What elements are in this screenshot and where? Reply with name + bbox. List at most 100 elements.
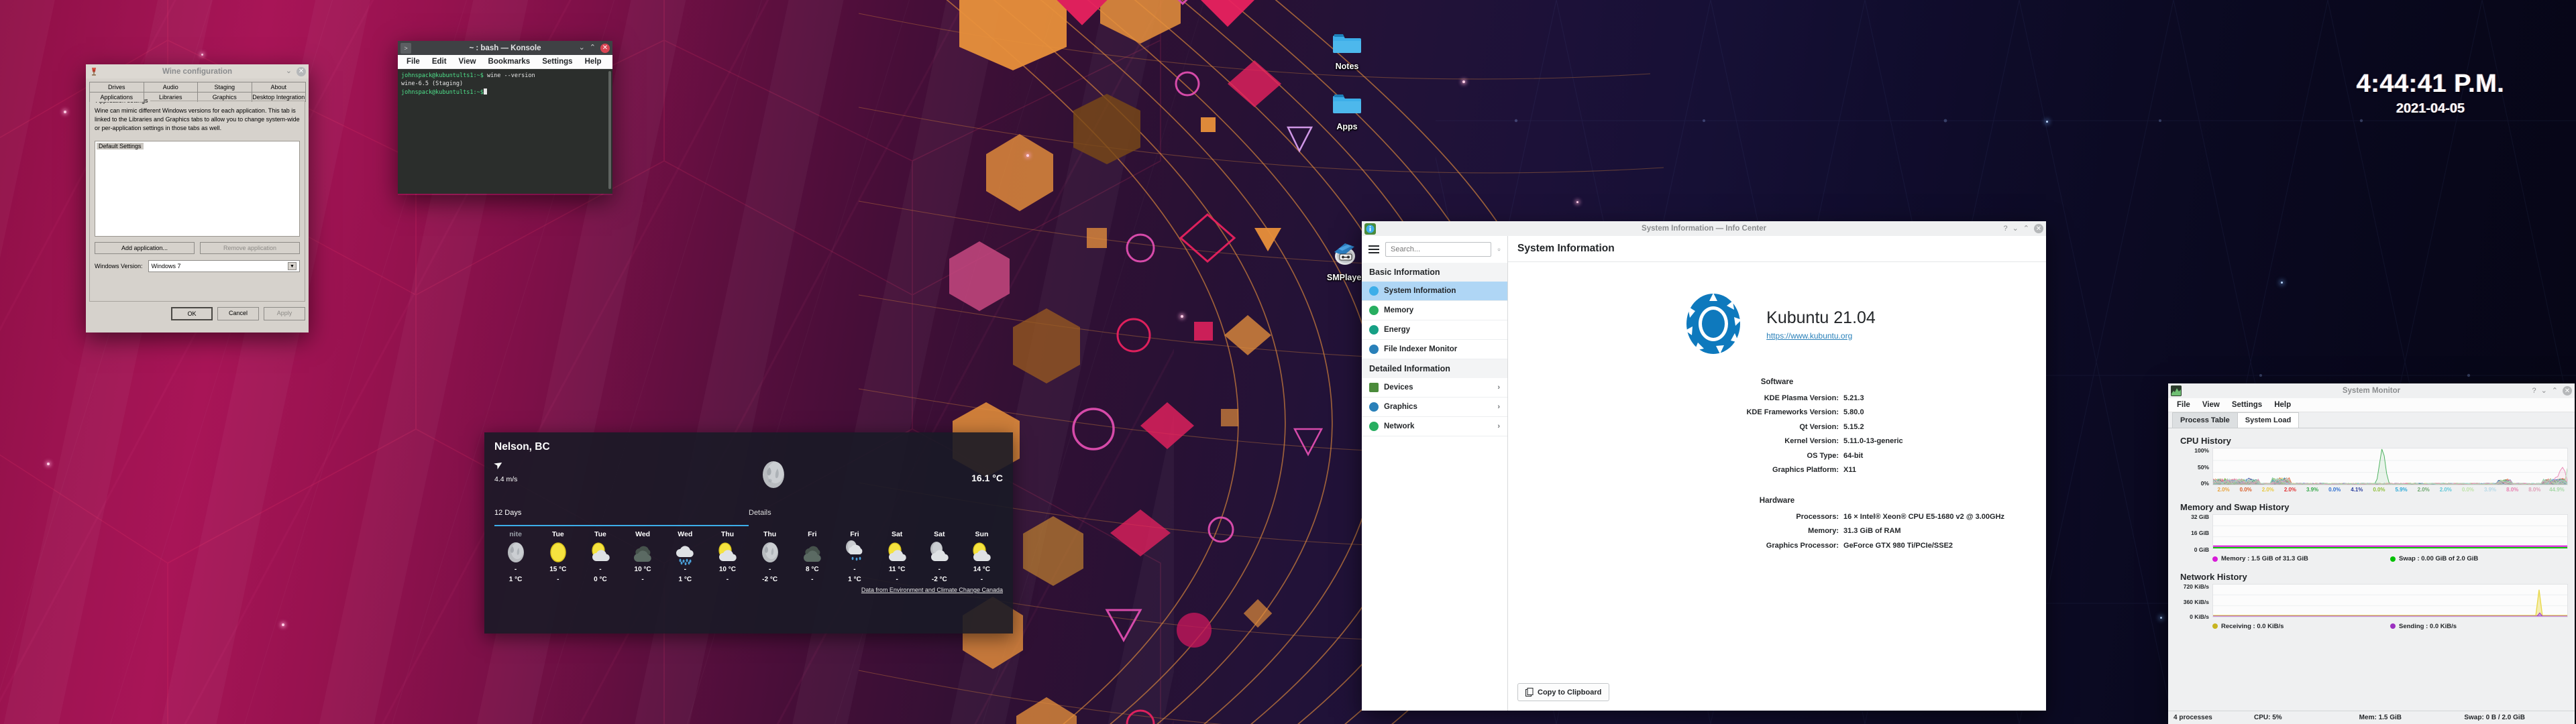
minimize-button[interactable]: ⌄ [579, 44, 585, 52]
menu-settings[interactable]: Settings [2226, 398, 2268, 412]
sysmon-tabs[interactable]: Process Table System Load [2168, 412, 2575, 428]
system-monitor-window[interactable]: System Monitor ? ⌄ ⌃ ✕ File View Setting… [2168, 383, 2575, 724]
chevron-right-icon: › [1497, 383, 1500, 391]
sidebar-item-file-indexer-monitor[interactable]: File Indexer Monitor [1362, 340, 1507, 359]
windows-version-select[interactable]: Windows 7 ▼ [148, 260, 300, 273]
terminal-line: wine-6.5 (Staging) [401, 80, 609, 88]
help-button[interactable]: ? [2003, 225, 2007, 233]
cpu-core-value: 0.0% [2373, 486, 2385, 493]
info-center-icon [1364, 223, 1376, 235]
wine-dialog-buttons: OK Cancel Apply [89, 307, 305, 320]
close-button[interactable]: ✕ [2034, 224, 2043, 233]
sidebar-item-label: Energy [1384, 326, 1410, 334]
minimize-button[interactable]: ⌄ [2541, 387, 2547, 395]
sysmon-title-text: System Monitor [2342, 387, 2401, 395]
ok-button[interactable]: OK [171, 307, 213, 320]
application-settings-description: Wine can mimic different Windows version… [95, 107, 300, 132]
weather-data-source[interactable]: Data from Environment and Climate Change… [494, 587, 1003, 593]
weather-tabs[interactable]: 12 Days Details [494, 509, 1003, 526]
network-legend: Receiving : 0.0 KiB/s Sending : 0.0 KiB/… [2175, 623, 2568, 630]
menu-edit[interactable]: Edit [426, 55, 453, 68]
wine-glass-icon [92, 67, 96, 76]
cancel-button[interactable]: Cancel [217, 307, 259, 320]
y-tick: 0 GiB [2194, 546, 2209, 553]
desktop-icon-notes[interactable]: Notes [1315, 27, 1379, 71]
desktop[interactable]: Notes Apps SMPlayer 4:44:41 P.M. 2021-04… [0, 0, 2576, 724]
home-icon[interactable] [1497, 244, 1501, 255]
menu-help[interactable]: Help [2268, 398, 2297, 412]
infocenter-titlebar[interactable]: System Information — Info Center ? ⌄ ⌃ ✕ [1362, 221, 2046, 236]
search-input[interactable] [1385, 242, 1491, 257]
menu-file[interactable]: File [400, 55, 426, 68]
sidebar-search-bar[interactable] [1362, 236, 1507, 263]
wine-titlebar[interactable]: Wine configuration ⌄ ✕ [86, 64, 309, 78]
minimize-button[interactable]: ⌄ [286, 68, 292, 75]
tab-12-days[interactable]: 12 Days [494, 509, 749, 526]
wine-tabs-top-row[interactable]: Drives Audio Staging About [89, 82, 306, 92]
distro-url-link[interactable]: https://www.kubuntu.org [1766, 331, 1876, 341]
menu-bookmarks[interactable]: Bookmarks [482, 55, 537, 68]
tab-process-table[interactable]: Process Table [2172, 412, 2238, 428]
close-button[interactable]: ✕ [297, 66, 306, 76]
wallpaper-sparkle [201, 54, 203, 56]
maximize-button[interactable]: ⌃ [2552, 387, 2558, 395]
wine-tabs[interactable]: Drives Audio Staging About Applications … [89, 82, 306, 102]
memory-legend: Memory : 1.5 GiB of 31.3 GiB Swap : 0.00… [2175, 555, 2568, 562]
help-button[interactable]: ? [2532, 387, 2536, 395]
konsole-window[interactable]: > ~ : bash — Konsole ⌄ ⌃ ✕ File Edit Vie… [398, 41, 612, 195]
info-center-window[interactable]: System Information — Info Center ? ⌄ ⌃ ✕… [1362, 221, 2046, 711]
infocenter-sidebar[interactable]: Basic Information System Information Mem… [1362, 236, 1508, 711]
y-tick: 0 KiB/s [2190, 613, 2209, 620]
tab-staging[interactable]: Staging [197, 82, 252, 92]
tab-about[interactable]: About [251, 82, 306, 92]
sysmon-menubar[interactable]: File View Settings Help [2168, 398, 2575, 412]
hardware-heading: Hardware [1759, 496, 1795, 505]
list-item[interactable]: Default Settings [97, 143, 144, 150]
forecast-low: -2 °C [931, 576, 947, 583]
menu-help[interactable]: Help [579, 55, 608, 68]
konsole-titlebar[interactable]: > ~ : bash — Konsole ⌄ ⌃ ✕ [398, 41, 612, 55]
sun-cloud-icon [706, 541, 749, 564]
legend-label: Sending : 0.0 KiB/s [2399, 622, 2457, 630]
hamburger-menu-icon[interactable] [1368, 245, 1379, 253]
menu-view[interactable]: View [2196, 398, 2226, 412]
wine-configuration-window[interactable]: Wine configuration ⌄ ✕ Drives Audio Stag… [86, 64, 309, 333]
desktop-icon-apps[interactable]: Apps [1315, 87, 1379, 131]
add-application-button[interactable]: Add application... [95, 242, 195, 255]
command-output: wine-6.5 (Staging) [401, 80, 464, 88]
chevron-down-icon[interactable]: ▼ [288, 262, 297, 271]
tab-drives[interactable]: Drives [89, 82, 144, 92]
tab-details[interactable]: Details [749, 509, 1003, 526]
terminal-scrollbar[interactable] [608, 71, 611, 189]
cpu-history-title: CPU History [2180, 436, 2231, 446]
sidebar-item-memory[interactable]: Memory [1362, 301, 1507, 320]
menu-view[interactable]: View [453, 55, 482, 68]
menu-settings[interactable]: Settings [536, 55, 578, 68]
sidebar-item-devices[interactable]: Devices › [1362, 378, 1507, 398]
software-row: Graphics Platform: X11 [1508, 463, 2046, 477]
maximize-button[interactable]: ⌃ [2023, 225, 2029, 233]
tab-audio[interactable]: Audio [143, 82, 198, 92]
sidebar-item-system-information[interactable]: System Information [1362, 282, 1507, 301]
sidebar-item-energy[interactable]: Energy [1362, 320, 1507, 340]
tab-system-load[interactable]: System Load [2237, 412, 2300, 428]
close-button[interactable]: ✕ [600, 43, 610, 53]
copy-to-clipboard-button[interactable]: Copy to Clipboard [1517, 683, 1610, 701]
minimize-button[interactable]: ⌄ [2012, 225, 2019, 233]
status-mem: Mem: 1.5 GiB [2359, 714, 2402, 721]
terminal-output[interactable]: johnspack@kubuntults1:~$ wine --version … [398, 69, 612, 194]
maximize-button[interactable]: ⌃ [590, 44, 596, 52]
application-list[interactable]: Default Settings [95, 141, 300, 237]
sysmon-titlebar[interactable]: System Monitor ? ⌄ ⌃ ✕ [2168, 383, 2575, 398]
tab-applications[interactable]: Applications [89, 92, 144, 102]
legend-sending: Sending : 0.0 KiB/s [2390, 623, 2568, 630]
status-cpu: CPU: 5% [2254, 714, 2282, 721]
info-value: X11 [1843, 466, 1856, 475]
weather-widget[interactable]: Nelson, BC ➤ 4.4 m/s 16.1 °C 12 Days Det… [484, 432, 1013, 634]
close-button[interactable]: ✕ [2563, 386, 2572, 396]
windows-version-label: Windows Version: [95, 263, 143, 270]
konsole-menubar[interactable]: File Edit View Bookmarks Settings Help [398, 55, 612, 69]
sidebar-item-network[interactable]: Network › [1362, 417, 1507, 436]
sidebar-item-graphics[interactable]: Graphics › [1362, 398, 1507, 417]
menu-file[interactable]: File [2171, 398, 2196, 412]
